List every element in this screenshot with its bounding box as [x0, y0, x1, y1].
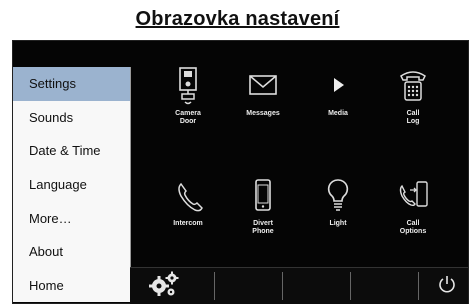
app-label: Camera Door: [175, 110, 201, 125]
sidebar-item-label: Language: [29, 176, 87, 192]
handset-icon: [153, 176, 223, 216]
lightbulb-icon: [303, 176, 373, 216]
toolbar-divider: [214, 272, 215, 300]
sidebar-item-label: More…: [29, 210, 72, 226]
app-divert-phone[interactable]: Divert Phone: [228, 176, 298, 236]
app-label: Messages: [246, 110, 280, 117]
sidebar-item-label: Sounds: [29, 109, 74, 125]
sidebar-item-more[interactable]: More…: [13, 201, 130, 235]
app-label: Call Log: [406, 110, 420, 125]
app-messages[interactable]: Messages: [228, 66, 298, 118]
app-label: Intercom: [173, 220, 203, 227]
sidebar-item-about[interactable]: About: [13, 235, 130, 269]
settings-button[interactable]: [130, 268, 198, 304]
sidebar-item-home[interactable]: Home: [13, 268, 130, 302]
toolbar-divider: [350, 272, 351, 300]
app-camera-door[interactable]: Camera Door: [153, 66, 223, 126]
app-label: Divert Phone: [252, 220, 274, 235]
sidebar-item-label: Date & Time: [29, 143, 101, 159]
app-label: Call Options: [399, 220, 427, 235]
mobile-phone-icon: [228, 176, 298, 216]
app-intercom[interactable]: Intercom: [153, 176, 223, 228]
sidebar-item-sounds[interactable]: Sounds: [13, 101, 130, 135]
toolbar-divider: [418, 272, 419, 300]
camera-door-icon: [153, 66, 223, 106]
power-button[interactable]: [425, 268, 468, 304]
gears-icon: [147, 270, 181, 303]
bottom-toolbar: [130, 267, 468, 304]
sidebar-item-settings[interactable]: Settings: [13, 67, 130, 101]
call-transfer-icon: [378, 176, 448, 216]
page-title: Obrazovka nastavení: [135, 8, 340, 30]
settings-sidebar: Settings Sounds Date & Time Language Mor…: [13, 67, 131, 302]
app-call-options[interactable]: Call Options: [378, 176, 448, 236]
sidebar-item-date-time[interactable]: Date & Time: [13, 134, 130, 168]
envelope-icon: [228, 66, 298, 106]
sidebar-item-language[interactable]: Language: [13, 168, 130, 202]
app-media[interactable]: Media: [303, 66, 373, 118]
app-light[interactable]: Light: [303, 176, 373, 228]
toolbar-divider: [282, 272, 283, 300]
sidebar-item-label: About: [29, 244, 63, 260]
device-screen: Settings Sounds Date & Time Language Mor…: [12, 40, 469, 304]
phone-keypad-icon: [378, 66, 448, 106]
app-grid: Camera Door Messages Media Call Log Inte…: [153, 61, 453, 261]
sidebar-item-label: Settings: [29, 76, 76, 92]
sidebar-item-label: Home: [29, 277, 64, 293]
app-call-log[interactable]: Call Log: [378, 66, 448, 126]
power-icon: [436, 273, 458, 300]
app-label: Media: [328, 110, 348, 117]
app-label: Light: [329, 220, 347, 227]
play-icon: [303, 66, 373, 106]
